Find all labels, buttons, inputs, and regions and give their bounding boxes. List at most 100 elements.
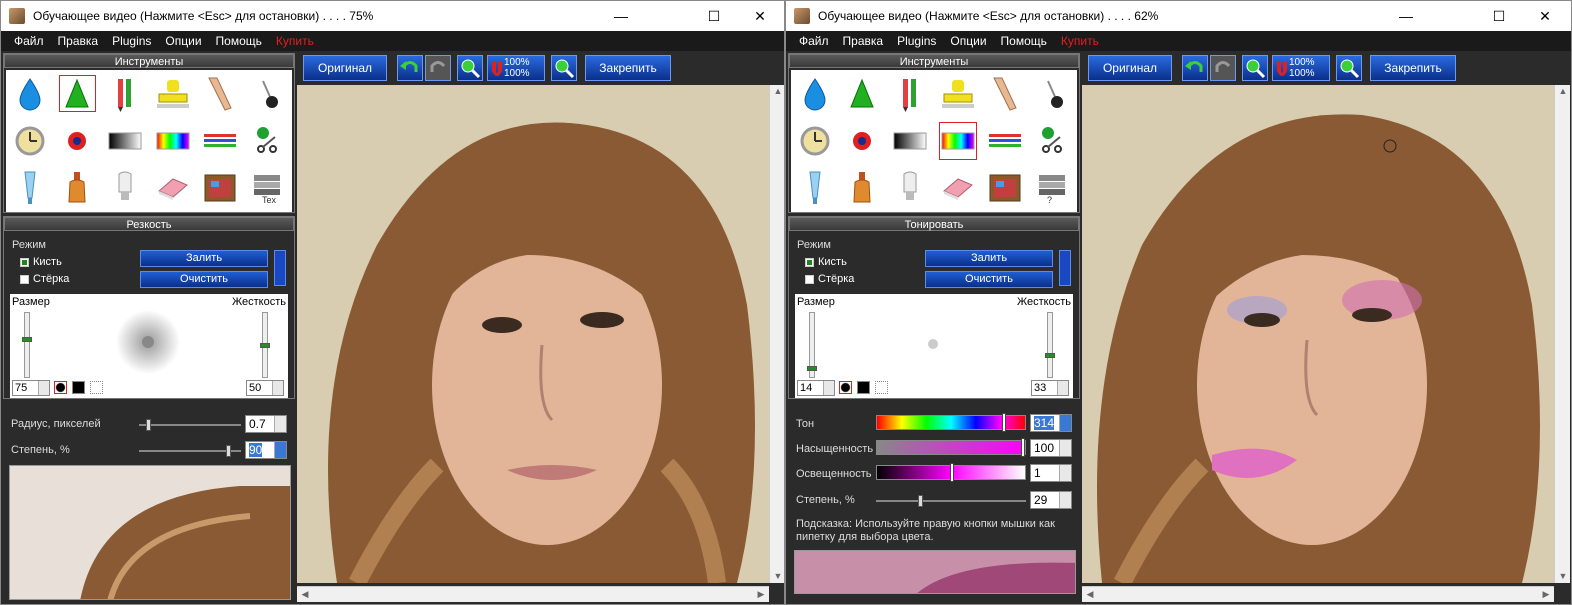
tool-bulb[interactable] (101, 165, 149, 212)
undo-button[interactable] (1182, 55, 1208, 81)
saturation-slider[interactable] (876, 438, 1026, 457)
saturation-slider-thumb[interactable] (1021, 438, 1025, 457)
navigator-preview[interactable] (794, 550, 1076, 594)
round-brush-shape[interactable] (54, 381, 67, 394)
degree-slider-thumb[interactable] (226, 445, 231, 457)
eraser-checkbox[interactable] (805, 274, 814, 284)
horizontal-scrollbar[interactable]: ◀ ▶ (1082, 586, 1554, 602)
menu-plugins[interactable]: Plugins (105, 34, 158, 48)
hue-slider-thumb[interactable] (1002, 413, 1006, 432)
tool-blur[interactable] (791, 70, 839, 117)
size-spinner[interactable] (38, 381, 49, 395)
hue-input[interactable]: 314 (1030, 414, 1072, 432)
zoom-toggle-button[interactable]: 100% 100% (1272, 55, 1330, 81)
brush-checkbox[interactable] (805, 257, 814, 267)
tool-eraser[interactable] (149, 165, 197, 212)
tool-blur[interactable] (6, 70, 54, 117)
tool-tone[interactable] (934, 117, 982, 164)
lightness-input[interactable]: 1 (1030, 464, 1072, 482)
zoom-out-button[interactable] (1242, 55, 1268, 81)
brush-option[interactable]: Кисть (805, 256, 847, 268)
scroll-down-icon[interactable]: ▼ (1555, 572, 1571, 581)
vertical-scrollbar[interactable]: ▲ ▼ (769, 85, 784, 583)
menu-edit[interactable]: Правка (51, 34, 106, 48)
fill-button[interactable]: Залить (140, 250, 268, 267)
tool-smudge[interactable] (101, 70, 149, 117)
maximize-icon[interactable]: ☐ (1476, 1, 1522, 31)
scroll-up-icon[interactable]: ▲ (1555, 87, 1571, 96)
menu-help[interactable]: Помощь (994, 34, 1054, 48)
tool-bottle[interactable] (54, 165, 102, 212)
tool-redeye[interactable] (839, 117, 887, 164)
tool-tube[interactable] (6, 165, 54, 212)
undo-button[interactable] (397, 55, 423, 81)
tool-tone[interactable] (149, 117, 197, 164)
menu-file[interactable]: Файл (792, 34, 836, 48)
degree-slider-thumb[interactable] (918, 495, 923, 507)
hardness-spinner[interactable] (272, 381, 283, 395)
tool-redeye[interactable] (54, 117, 102, 164)
custom-brush-shape[interactable] (875, 381, 888, 394)
menu-file[interactable]: Файл (7, 34, 51, 48)
clear-button[interactable]: Очистить (925, 271, 1053, 288)
tool-cut[interactable] (244, 117, 292, 164)
size-input[interactable]: 14 (797, 380, 835, 396)
saturation-spinner[interactable] (1059, 440, 1071, 456)
clear-button[interactable]: Очистить (140, 271, 268, 288)
close-icon[interactable]: ✕ (737, 1, 783, 31)
maximize-icon[interactable]: ☐ (691, 1, 737, 31)
brush-option[interactable]: Кисть (20, 256, 62, 268)
tool-gradient[interactable] (886, 117, 934, 164)
tool-tube[interactable] (791, 165, 839, 212)
tool-sharpen[interactable] (54, 70, 102, 117)
menu-buy[interactable]: Купить (269, 34, 321, 48)
tool-stamp[interactable] (149, 70, 197, 117)
eraser-option[interactable]: Стёрка (805, 273, 854, 285)
lightness-spinner[interactable] (1059, 465, 1071, 481)
size-slider-thumb[interactable] (22, 337, 32, 342)
tool-eraser[interactable] (934, 165, 982, 212)
tool-smudge[interactable] (886, 70, 934, 117)
hardness-slider-thumb[interactable] (1045, 353, 1055, 358)
radius-slider-thumb[interactable] (146, 419, 151, 431)
menu-options[interactable]: Опции (943, 34, 993, 48)
info-side-button[interactable] (274, 250, 286, 286)
original-button[interactable]: Оригинал (1088, 55, 1172, 81)
tool-gradient[interactable] (101, 117, 149, 164)
menu-edit[interactable]: Правка (836, 34, 891, 48)
eraser-checkbox[interactable] (20, 274, 29, 284)
tool-frame[interactable] (197, 165, 245, 212)
minimize-icon[interactable]: — (598, 1, 644, 31)
scroll-left-icon[interactable]: ◀ (1082, 590, 1098, 599)
lock-button[interactable]: Закрепить (1370, 55, 1456, 81)
menu-plugins[interactable]: Plugins (890, 34, 943, 48)
horizontal-scrollbar[interactable]: ◀ ▶ (297, 586, 769, 602)
size-spinner[interactable] (823, 381, 834, 395)
scroll-up-icon[interactable]: ▲ (770, 87, 784, 96)
scroll-left-icon[interactable]: ◀ (297, 590, 313, 599)
scroll-right-icon[interactable]: ▶ (753, 590, 769, 599)
hardness-input[interactable]: 33 (1031, 380, 1069, 396)
scroll-right-icon[interactable]: ▶ (1538, 590, 1554, 599)
tool-lines[interactable] (197, 117, 245, 164)
lightness-slider[interactable] (876, 463, 1026, 482)
tool-pin[interactable] (1029, 70, 1077, 117)
lock-button[interactable]: Закрепить (585, 55, 671, 81)
tool-clock[interactable] (6, 117, 54, 164)
tool-cut[interactable] (1029, 117, 1077, 164)
hue-spinner[interactable] (1059, 415, 1071, 431)
hardness-slider-thumb[interactable] (260, 343, 270, 348)
scroll-down-icon[interactable]: ▼ (770, 572, 784, 581)
tool-text[interactable]: Tex (244, 165, 292, 212)
degree-input[interactable]: 29 (1030, 491, 1072, 509)
image-canvas[interactable] (1082, 85, 1554, 583)
tool-eraser-brush[interactable] (197, 70, 245, 117)
title-bar[interactable]: Обучающее видео (Нажмите <Esc> для остан… (786, 1, 1571, 31)
minimize-icon[interactable]: — (1383, 1, 1429, 31)
tool-pin[interactable] (244, 70, 292, 117)
size-slider-thumb[interactable] (807, 366, 817, 371)
tool-frame[interactable] (982, 165, 1030, 212)
navigator-preview[interactable] (9, 465, 291, 600)
info-side-button[interactable] (1059, 250, 1071, 286)
degree-slider[interactable] (139, 445, 241, 457)
